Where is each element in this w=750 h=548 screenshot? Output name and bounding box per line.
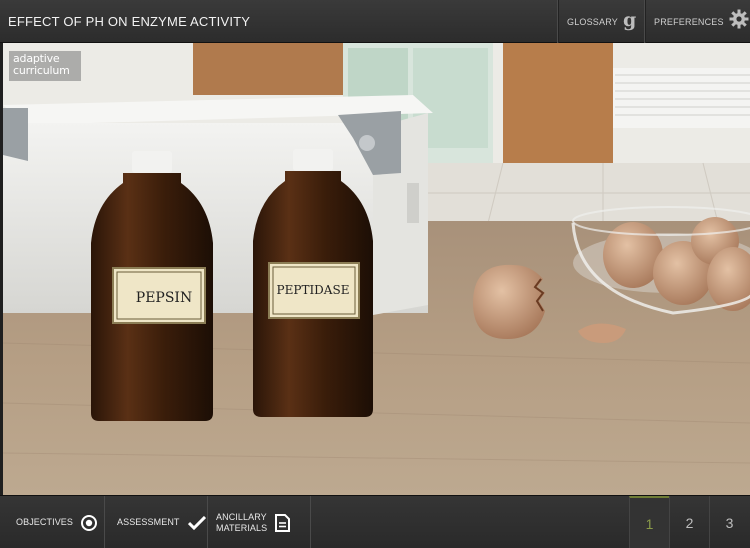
lab-scene-image: adaptive curriculum PEPSIN PEPTIDASE [3, 43, 750, 495]
peptidase-bottle-label: PEPTIDASE [276, 283, 350, 297]
assessment-button[interactable]: ASSESSMENT [105, 496, 208, 548]
page-title: EFFECT OF PH ON ENZYME ACTIVITY [8, 14, 251, 29]
ancillary-label: ANCILLARY MATERIALS [216, 512, 267, 534]
target-icon [81, 514, 98, 531]
gear-icon [729, 9, 749, 34]
preferences-button[interactable]: PREFERENCES [644, 0, 750, 43]
assessment-label: ASSESSMENT [117, 517, 180, 527]
glossary-label: GLOSSARY [567, 16, 618, 27]
page-3-button[interactable]: 3 [709, 496, 749, 548]
objectives-button[interactable]: OBJECTIVES [0, 496, 105, 548]
page-2-button[interactable]: 2 [669, 496, 709, 548]
objectives-label: OBJECTIVES [16, 517, 74, 527]
page-1-button[interactable]: 1 [629, 496, 669, 548]
bottom-bar: OBJECTIVES ASSESSMENT ANCILLARY MATERIAL… [0, 495, 750, 548]
ancillary-label-line-2: MATERIALS [216, 522, 268, 533]
top-bar: EFFECT OF PH ON ENZYME ACTIVITY GLOSSARY… [0, 0, 750, 43]
checkmark-icon [187, 515, 206, 530]
pepsin-bottle-label: PEPSIN [135, 290, 193, 306]
logo-line-2: curriculum [13, 64, 70, 77]
glossary-g-icon: g [622, 8, 637, 31]
preferences-label: PREFERENCES [654, 16, 724, 27]
document-icon [275, 513, 291, 532]
ancillary-materials-button[interactable]: ANCILLARY MATERIALS [208, 496, 311, 548]
ancillary-label-line-1: ANCILLARY [216, 511, 267, 522]
glossary-button[interactable]: GLOSSARY g [557, 0, 644, 43]
lab-scene-illustration [3, 43, 750, 495]
adaptive-curriculum-logo: adaptive curriculum [9, 51, 81, 81]
